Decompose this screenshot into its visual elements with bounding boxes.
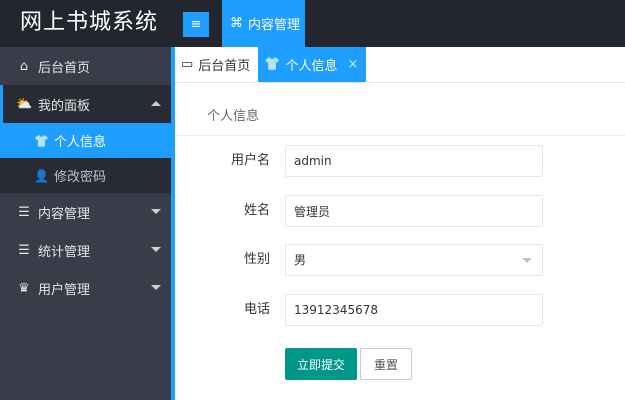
monitor-icon: ▭ (181, 57, 194, 72)
chevron-down-icon (151, 285, 161, 290)
section-title: 个人信息 (207, 109, 260, 124)
sidebar-subitem-change-password[interactable]: 👤 修改密码 (0, 158, 171, 193)
phone-label: 电话 (243, 302, 270, 317)
weather-icon: ⛅ (16, 96, 33, 112)
sidebar-item-home[interactable]: ⌂ 后台首页 (0, 47, 171, 85)
hamburger-icon: ≡ (190, 17, 202, 32)
chevron-up-icon (151, 101, 161, 106)
app-title: 网上书城系统 (20, 10, 159, 35)
main-content: 个人信息 用户名 姓名 性别 男 电话 立即提交 重置 (175, 83, 625, 400)
list-icon: ☰ (18, 242, 30, 258)
username-label: 用户名 (230, 153, 270, 168)
sidebar-item-label: 统计管理 (38, 244, 91, 260)
content-icon: ⌘ (230, 16, 243, 31)
sidebar-item-my-panel[interactable]: ⛅ 我的面板 (0, 85, 171, 123)
tshirt-icon: 👕 (264, 57, 281, 72)
gender-label: 性别 (243, 252, 270, 267)
top-header: 网上书城系统 ≡ ⌘ 内容管理 (0, 0, 625, 47)
close-icon[interactable]: × (348, 57, 359, 72)
sidebar-subitem-profile[interactable]: 👕 个人信息 (0, 123, 171, 158)
sidebar-item-statistics[interactable]: ☰ 统计管理 (0, 231, 171, 269)
submit-button[interactable]: 立即提交 (285, 348, 357, 380)
name-input[interactable] (285, 195, 543, 227)
sidebar-item-label: 用户管理 (38, 282, 91, 298)
list-icon: ☰ (18, 204, 30, 220)
chevron-down-icon (151, 247, 161, 252)
tab-profile[interactable]: 👕 个人信息 × (258, 47, 367, 82)
chevron-down-icon (522, 258, 532, 263)
name-label: 姓名 (243, 203, 270, 218)
crown-icon: ♛ (18, 280, 30, 296)
tshirt-icon: 👕 (34, 133, 49, 148)
sidebar-item-user-management[interactable]: ♛ 用户管理 (0, 269, 171, 307)
top-nav-content-management[interactable]: ⌘ 内容管理 (222, 0, 305, 47)
top-nav-label: 内容管理 (248, 18, 301, 33)
tab-home[interactable]: ▭ 后台首页 (175, 47, 258, 82)
sidebar-subitem-label: 修改密码 (54, 170, 107, 185)
menu-toggle-button[interactable]: ≡ (183, 12, 209, 37)
gender-select[interactable]: 男 (285, 244, 543, 276)
username-input[interactable] (285, 145, 543, 177)
sidebar-item-content-management[interactable]: ☰ 内容管理 (0, 193, 171, 231)
user-lock-icon: 👤 (34, 168, 49, 183)
tab-label: 个人信息 (285, 59, 338, 74)
sidebar-subitem-label: 个人信息 (54, 135, 107, 150)
sidebar-item-label: 内容管理 (38, 206, 91, 222)
phone-input[interactable] (285, 294, 543, 326)
sidebar-submenu-my-panel: 👕 个人信息 👤 修改密码 (0, 123, 171, 193)
gender-select-value: 男 (294, 253, 307, 267)
home-icon: ⌂ (19, 58, 29, 74)
tab-bar: ▭ 后台首页 👕 个人信息 × (175, 47, 625, 83)
sidebar-item-label: 我的面板 (38, 98, 91, 114)
section-divider (175, 135, 625, 136)
reset-button[interactable]: 重置 (360, 348, 412, 380)
chevron-down-icon (151, 209, 161, 214)
sidebar-item-label: 后台首页 (38, 60, 91, 76)
tab-label: 后台首页 (198, 59, 251, 74)
sidebar: ⌂ 后台首页 ⛅ 我的面板 👕 个人信息 👤 修改密码 ☰ 内容管理 ☰ 统计管… (0, 47, 171, 400)
